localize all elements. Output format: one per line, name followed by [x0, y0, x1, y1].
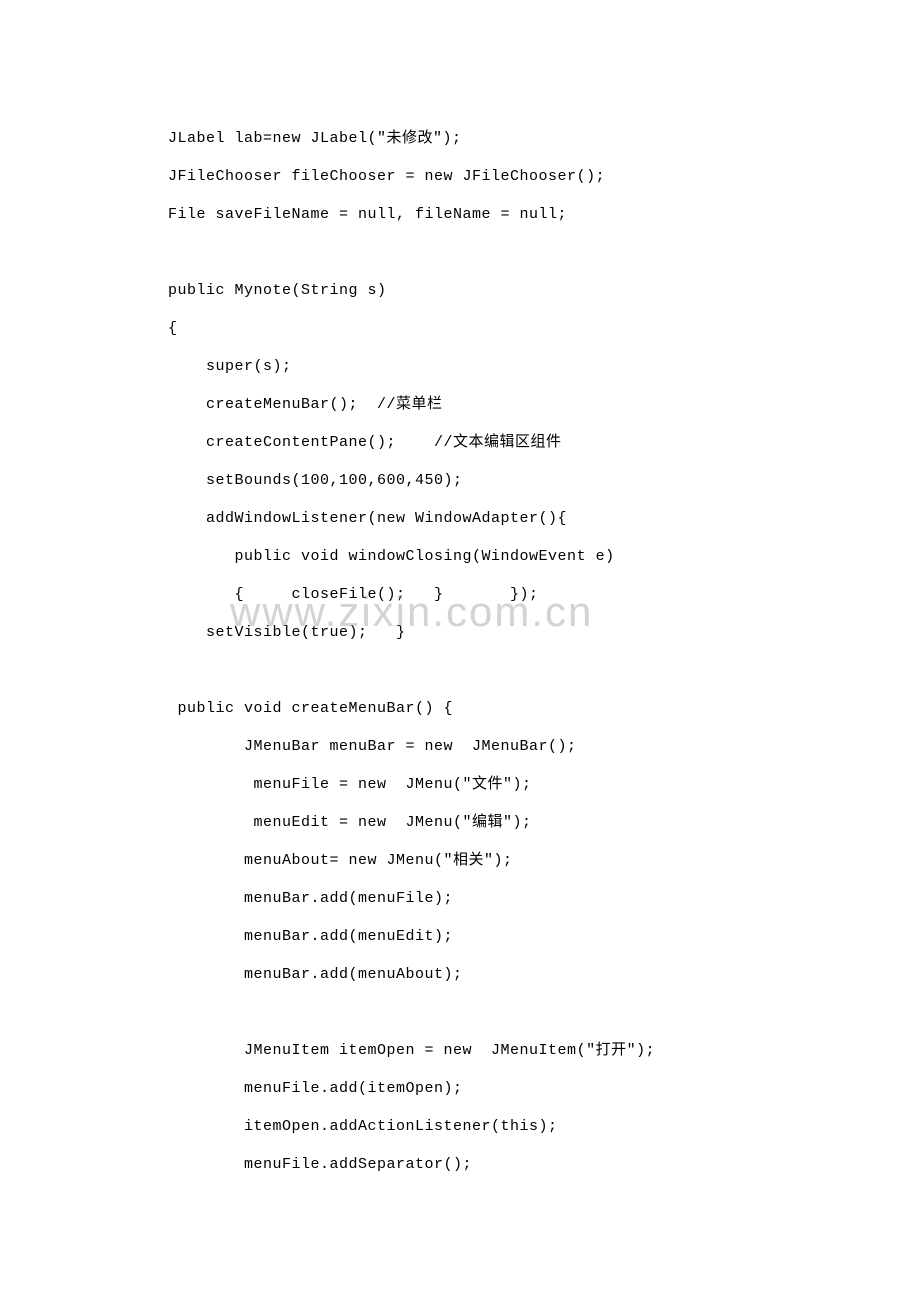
document-page: JLabel lab=new JLabel("未修改"); JFileChoos…	[0, 0, 920, 1304]
code-block: JLabel lab=new JLabel("未修改"); JFileChoos…	[168, 120, 920, 1184]
